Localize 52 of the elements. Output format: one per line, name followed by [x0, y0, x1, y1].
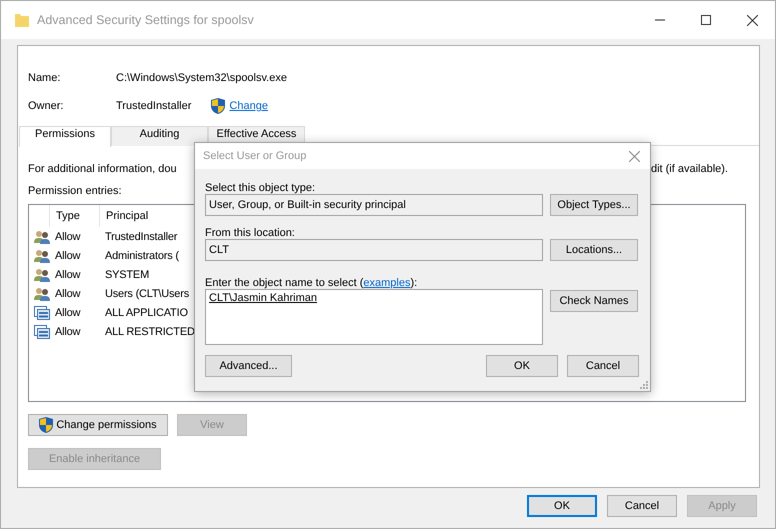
dialog-button[interactable]: OK [486, 355, 558, 377]
field-label: From this location: [205, 227, 296, 239]
table-cell-text: Allow [55, 288, 82, 300]
tab[interactable]: Auditing [111, 126, 208, 146]
column-header[interactable]: Principal [99, 205, 185, 227]
check-names-button[interactable]: Check Names [550, 290, 638, 312]
field-label: Owner: [28, 100, 64, 112]
window-title: Advanced Security Settings for spoolsv [37, 13, 255, 27]
maximize-icon[interactable] [701, 15, 711, 25]
info-text: dit (if available). [650, 163, 728, 175]
table-cell-text: Allow [55, 306, 82, 318]
column-header[interactable]: Type [49, 205, 99, 227]
table-cell-text: TrustedInstaller [105, 230, 178, 242]
dialog-button[interactable]: OK [527, 495, 597, 517]
table-cell-text: Allow [55, 326, 82, 338]
table-cell-text: Allow [55, 230, 82, 242]
resize-grip-icon[interactable] [639, 380, 648, 389]
info-text: For additional information, dou [28, 163, 177, 175]
locations-button[interactable]: Locations... [550, 239, 638, 261]
location-field: CLT [205, 239, 543, 261]
object-type-field: User, Group, or Built-in security principal [205, 194, 543, 216]
examples-link[interactable]: examples [363, 277, 410, 289]
dialog-button[interactable]: Advanced... [205, 355, 292, 377]
dialog-button[interactable]: Cancel [607, 495, 677, 517]
shield-icon [211, 98, 226, 114]
object-types-button[interactable]: Object Types... [550, 194, 638, 216]
entries-label: Permission entries: [28, 185, 122, 197]
table-cell-text: ALL APPLICATIO [105, 306, 189, 318]
dialog-button[interactable]: Cancel [567, 355, 639, 377]
field-label: Name: [28, 72, 62, 84]
users-icon [34, 268, 50, 282]
users-icon [34, 230, 50, 244]
tab[interactable]: Permissions [19, 126, 111, 147]
change-link[interactable]: Change [229, 100, 268, 112]
field-label: Enter the object name to select (examples): [205, 277, 418, 289]
table-cell-text: Allow [55, 268, 82, 280]
close-icon[interactable] [746, 14, 758, 26]
folder-icon [15, 13, 29, 27]
table-cell-text: Users (CLT\Users [105, 288, 190, 300]
app-package-icon [34, 324, 50, 338]
users-icon [34, 286, 50, 300]
object-name-field[interactable]: CLT\Jasmin Kahriman [205, 289, 543, 345]
users-icon [34, 248, 50, 262]
field-value: C:\Windows\System32\spoolsv.exe [116, 72, 287, 84]
app-package-icon [34, 306, 50, 320]
field-label: Select this object type: [205, 182, 316, 194]
dialog-title: Select User or Group [203, 150, 306, 162]
field-value: TrustedInstaller [116, 100, 192, 112]
action-button[interactable]: Change permissions [28, 414, 168, 436]
table-cell-text: Administrators ( [105, 250, 180, 262]
table-cell-text: SYSTEM [105, 268, 150, 280]
table-cell-text: Allow [55, 250, 82, 262]
